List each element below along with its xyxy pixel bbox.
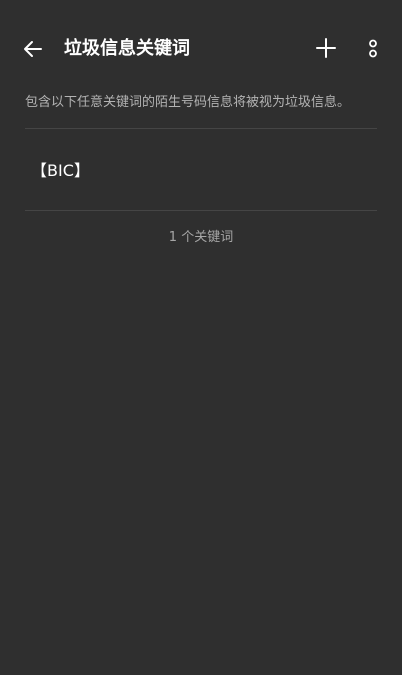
keyword-list-item[interactable]: 【BIC】 — [25, 129, 377, 210]
page-title: 垃圾信息关键词 — [64, 38, 190, 59]
add-keyword-button[interactable] — [312, 34, 340, 62]
spam-keywords-screen: 垃圾信息关键词 包含以下任意关键词的陌生号码信息将被视为垃圾信息。 【BIC】 … — [0, 0, 402, 675]
vertical-dots-icon — [369, 39, 377, 58]
toolbar: 垃圾信息关键词 — [0, 26, 402, 72]
divider-bottom — [25, 210, 377, 211]
keyword-count: 1 个关键词 — [168, 230, 234, 245]
arrow-left-icon — [24, 41, 42, 57]
keyword-text: 【BIC】 — [31, 161, 90, 180]
more-options-button[interactable] — [362, 34, 384, 64]
description-text: 包含以下任意关键词的陌生号码信息将被视为垃圾信息。 — [25, 95, 351, 110]
back-button[interactable] — [18, 34, 48, 64]
plus-icon — [316, 38, 336, 58]
